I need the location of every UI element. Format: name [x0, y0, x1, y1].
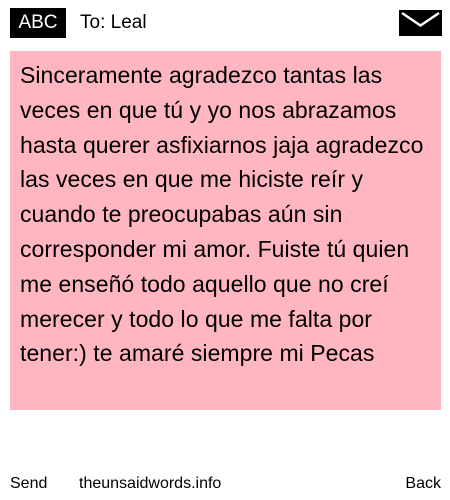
recipient-label: To: Leal [80, 12, 147, 33]
envelope-icon [399, 10, 442, 36]
send-button[interactable]: Send [10, 470, 47, 498]
back-button[interactable]: Back [405, 470, 441, 498]
site-label: theunsaidwords.info [79, 475, 222, 492]
compose-header: ABC To: Leal [0, 0, 450, 44]
softkey-bar: Send theunsaidwords.info Back [0, 470, 450, 498]
message-body[interactable]: Sinceramente agradezco tantas las veces … [20, 58, 440, 371]
phone-screen: ABC To: Leal Sinceramente agradezco tant… [0, 0, 450, 500]
input-mode-badge[interactable]: ABC [10, 8, 66, 38]
